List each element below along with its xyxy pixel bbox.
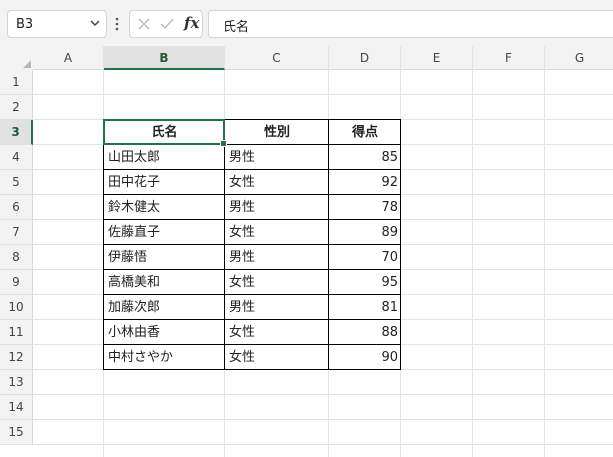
table-cell[interactable]: 女性 bbox=[225, 345, 329, 370]
table-cell[interactable]: 95 bbox=[329, 270, 401, 295]
table-border bbox=[103, 369, 401, 370]
table-border bbox=[103, 169, 401, 170]
table-cell[interactable]: 男性 bbox=[225, 145, 329, 170]
table-header-cell[interactable]: 得点 bbox=[329, 120, 401, 145]
table-cell[interactable]: 男性 bbox=[225, 295, 329, 320]
table-border bbox=[103, 244, 401, 245]
formula-bar-area: B3 fx 氏名 bbox=[0, 0, 613, 46]
table-border bbox=[103, 194, 401, 195]
select-all-button[interactable] bbox=[0, 46, 33, 70]
column-header-g[interactable]: G bbox=[545, 46, 613, 70]
table-border bbox=[400, 119, 401, 370]
gridline bbox=[33, 94, 613, 95]
row-header-9[interactable]: 9 bbox=[0, 270, 33, 295]
row-header-15[interactable]: 15 bbox=[0, 420, 33, 445]
gridline bbox=[472, 70, 473, 457]
formula-input[interactable]: 氏名 bbox=[208, 10, 613, 38]
row-header-13[interactable]: 13 bbox=[0, 370, 33, 395]
table-cell[interactable]: 山田太郎 bbox=[104, 145, 225, 170]
row-header-11[interactable]: 11 bbox=[0, 320, 33, 345]
table-cell[interactable]: 女性 bbox=[225, 270, 329, 295]
active-cell-selection[interactable] bbox=[103, 119, 227, 147]
table-cell[interactable]: 男性 bbox=[225, 245, 329, 270]
name-box-value: B3 bbox=[16, 17, 34, 32]
table-cell[interactable]: 高橋美和 bbox=[104, 270, 225, 295]
table-cell[interactable]: 伊藤悟 bbox=[104, 245, 225, 270]
table-border bbox=[103, 219, 401, 220]
row-header-12[interactable]: 12 bbox=[0, 345, 33, 370]
gridline bbox=[33, 419, 613, 420]
column-header-f[interactable]: F bbox=[473, 46, 545, 70]
table-cell[interactable]: 81 bbox=[329, 295, 401, 320]
table-cell[interactable]: 92 bbox=[329, 170, 401, 195]
column-header-e[interactable]: E bbox=[401, 46, 473, 70]
table-cell[interactable]: 70 bbox=[329, 245, 401, 270]
table-cell[interactable]: 90 bbox=[329, 345, 401, 370]
table-cell[interactable]: 加藤次郎 bbox=[104, 295, 225, 320]
row-header-4[interactable]: 4 bbox=[0, 145, 33, 170]
table-cell[interactable]: 鈴木健太 bbox=[104, 195, 225, 220]
table-header-cell[interactable]: 性別 bbox=[225, 120, 329, 145]
gridline bbox=[544, 70, 545, 457]
cancel-icon[interactable] bbox=[137, 17, 151, 31]
table-border bbox=[103, 119, 104, 370]
table-border bbox=[224, 119, 225, 370]
table-cell[interactable]: 89 bbox=[329, 220, 401, 245]
table-cell[interactable]: 男性 bbox=[225, 195, 329, 220]
row-header-1[interactable]: 1 bbox=[0, 70, 33, 95]
table-cell[interactable]: 田中花子 bbox=[104, 170, 225, 195]
table-cell[interactable]: 女性 bbox=[225, 320, 329, 345]
spreadsheet-grid[interactable]: ABCDEFG 1 2 3 4 5 6 7 8 9 10 11 12 13 14 15 氏名 性別 得点 山田太郎… bbox=[0, 46, 613, 457]
row-header-14[interactable]: 14 bbox=[0, 395, 33, 420]
formula-content: 氏名 bbox=[223, 20, 250, 35]
column-header-d[interactable]: D bbox=[329, 46, 401, 70]
insert-function-button[interactable]: fx bbox=[184, 14, 199, 32]
table-cell[interactable]: 85 bbox=[329, 145, 401, 170]
row-header-6[interactable]: 6 bbox=[0, 195, 33, 220]
chevron-down-icon[interactable] bbox=[88, 16, 102, 30]
row-header-8[interactable]: 8 bbox=[0, 245, 33, 270]
table-border bbox=[328, 119, 329, 370]
table-cell[interactable]: 78 bbox=[329, 195, 401, 220]
name-box[interactable]: B3 bbox=[7, 10, 107, 38]
table-border bbox=[103, 319, 401, 320]
row-header-3[interactable]: 3 bbox=[0, 120, 33, 145]
gridline bbox=[33, 394, 613, 395]
table-border bbox=[103, 294, 401, 295]
column-header-row: ABCDEFG bbox=[0, 46, 613, 70]
column-header-a[interactable]: A bbox=[33, 46, 104, 70]
gridline bbox=[33, 444, 613, 445]
row-header-10[interactable]: 10 bbox=[0, 295, 33, 320]
table-border bbox=[103, 344, 401, 345]
table-cell[interactable]: 小林由香 bbox=[104, 320, 225, 345]
table-cell[interactable]: 女性 bbox=[225, 170, 329, 195]
column-header-b[interactable]: B bbox=[104, 46, 225, 70]
column-header-c[interactable]: C bbox=[225, 46, 329, 70]
formula-controls: fx bbox=[129, 10, 203, 38]
row-header-2[interactable]: 2 bbox=[0, 95, 33, 120]
row-header-7[interactable]: 7 bbox=[0, 220, 33, 245]
table-cell[interactable]: 中村さやか bbox=[104, 345, 225, 370]
table-border bbox=[103, 269, 401, 270]
row-header-5[interactable]: 5 bbox=[0, 170, 33, 195]
table-cell[interactable]: 88 bbox=[329, 320, 401, 345]
table-cell[interactable]: 女性 bbox=[225, 220, 329, 245]
table-cell[interactable]: 佐藤直子 bbox=[104, 220, 225, 245]
more-options-icon[interactable] bbox=[115, 16, 119, 32]
fill-handle[interactable] bbox=[220, 140, 227, 147]
confirm-icon[interactable] bbox=[159, 17, 175, 31]
